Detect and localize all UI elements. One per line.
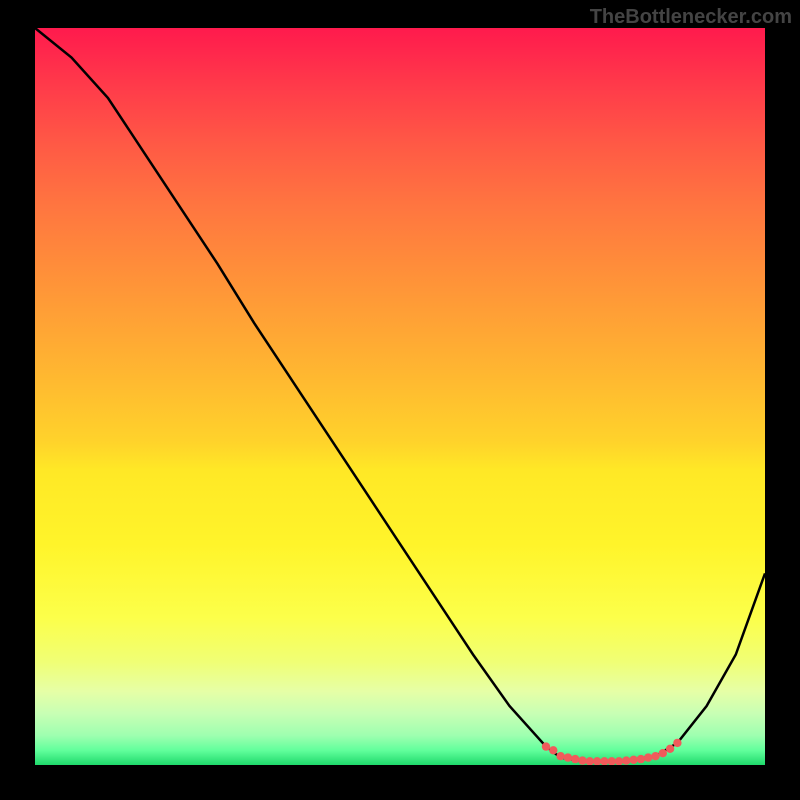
chart-container: TheBottlenecker.com — [0, 0, 800, 800]
sweet-spot-dots — [542, 739, 682, 765]
watermark-text: TheBottlenecker.com — [590, 6, 792, 29]
curve-svg — [35, 28, 765, 765]
plot-area — [35, 28, 765, 765]
bottleneck-curve-line — [35, 28, 765, 761]
